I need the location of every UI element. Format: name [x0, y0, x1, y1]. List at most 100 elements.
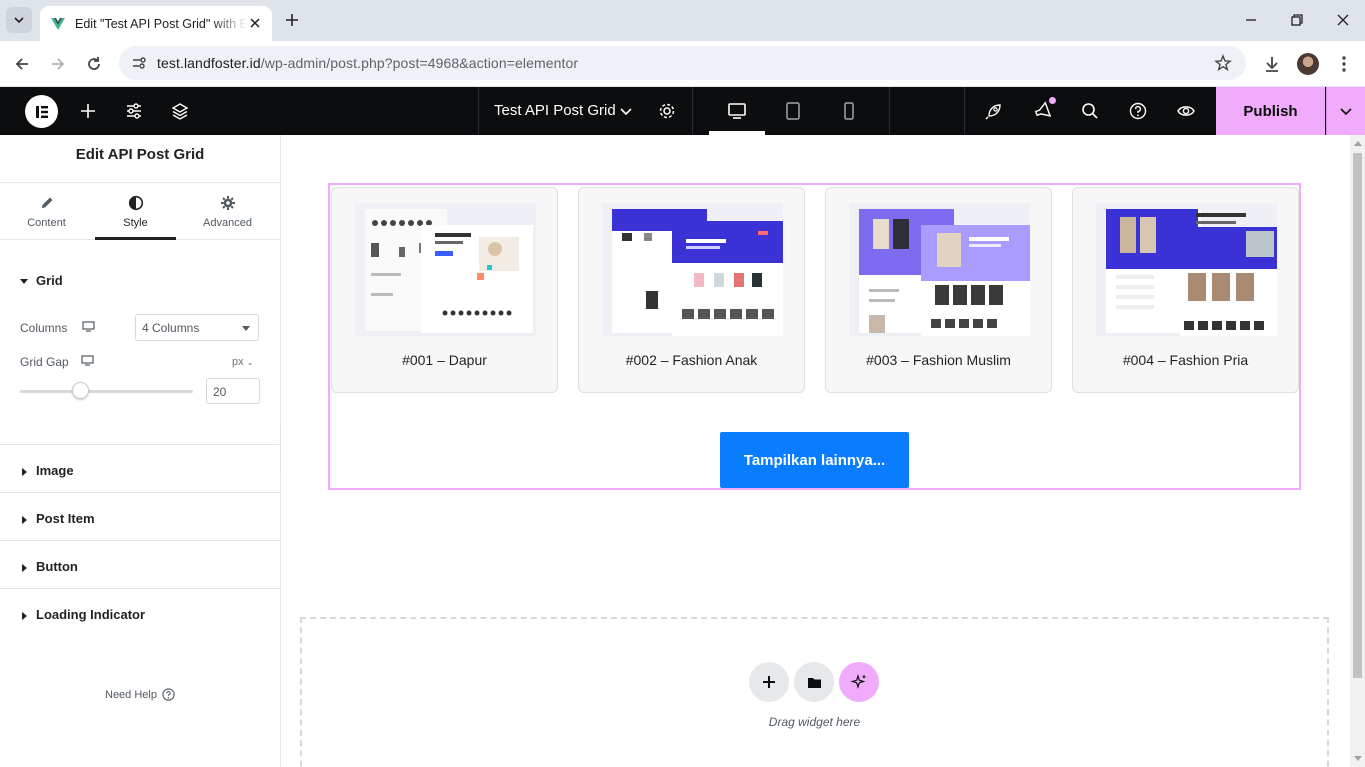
browser-tab-strip: Edit "Test API Post Grid" with Elementor [0, 0, 1365, 41]
divider [0, 540, 280, 541]
dropdown-arrow-icon [242, 326, 250, 331]
chevron-down-icon[interactable] [616, 101, 636, 121]
bookmark-star-icon[interactable] [1214, 54, 1232, 72]
tab-content[interactable]: Content [0, 183, 93, 240]
elementor-logo-icon[interactable] [25, 95, 58, 128]
preview-eye-icon[interactable] [1176, 101, 1196, 121]
minimize-icon[interactable] [1243, 12, 1259, 28]
grid-gap-slider-handle[interactable] [72, 382, 89, 399]
section-image-header[interactable]: Image [20, 463, 74, 478]
responsive-desktop-icon[interactable] [81, 355, 94, 366]
post-thumbnail [602, 203, 783, 336]
columns-select-value: 4 Columns [142, 321, 200, 335]
browser-tab[interactable]: Edit "Test API Post Grid" with Elementor [40, 6, 272, 41]
drop-zone-text: Drag widget here [768, 715, 861, 729]
section-loading-indicator-label: Loading Indicator [36, 607, 146, 622]
grid-gap-label: Grid Gap [20, 355, 69, 369]
tab-advanced[interactable]: Advanced [181, 183, 274, 240]
post-card[interactable]: #004 – Fashion Pria [1072, 187, 1299, 393]
caret-down-icon [20, 279, 28, 285]
scroll-down-arrow-icon[interactable] [1354, 756, 1362, 761]
divider [0, 492, 280, 493]
columns-select[interactable]: 4 Columns [135, 314, 259, 341]
rocket-icon[interactable] [984, 101, 1004, 121]
add-section-button[interactable] [749, 662, 789, 702]
tab-title: Edit "Test API Post Grid" with Elementor [75, 16, 247, 31]
panel-tabs: Content Style Advanced [0, 183, 280, 240]
post-title[interactable]: #001 – Dapur [332, 352, 557, 368]
columns-label: Columns [20, 321, 68, 335]
site-settings-sliders-icon[interactable] [124, 101, 144, 121]
section-grid-header[interactable]: Grid [20, 273, 63, 288]
restore-icon[interactable] [1289, 12, 1305, 28]
tab-style[interactable]: Style [95, 183, 176, 240]
editor-panel: Edit API Post Grid Content Style Advance… [0, 135, 281, 767]
editor-canvas: #001 – Dapur #002 – Fashion Anak #003 – … [282, 135, 1350, 767]
document-title[interactable]: Test API Post Grid [494, 102, 616, 119]
section-grid-label: Grid [36, 273, 63, 288]
section-post-item-header[interactable]: Post Item [20, 511, 95, 526]
ai-generate-button[interactable] [839, 662, 879, 702]
grid-gap-slider-track[interactable] [20, 390, 193, 393]
download-icon[interactable] [1262, 54, 1282, 74]
desktop-device-icon[interactable] [727, 101, 747, 121]
api-post-grid-widget[interactable]: #001 – Dapur #002 – Fashion Anak #003 – … [328, 183, 1301, 490]
section-loading-indicator-header[interactable]: Loading Indicator [20, 607, 145, 622]
sparkle-icon [850, 673, 867, 690]
url-path: /wp-admin/post.php?post=4968&action=elem… [260, 55, 579, 71]
section-button-header[interactable]: Button [20, 559, 78, 574]
post-title[interactable]: #002 – Fashion Anak [579, 352, 804, 368]
scrollbar-thumb[interactable] [1353, 153, 1362, 678]
page-settings-gear-icon[interactable] [657, 101, 677, 121]
site-settings-icon[interactable] [131, 55, 147, 71]
search-icon[interactable] [1080, 101, 1100, 121]
post-thumbnail [1096, 203, 1277, 336]
notification-dot [1049, 97, 1056, 104]
post-card[interactable]: #001 – Dapur [331, 187, 558, 393]
mobile-device-icon[interactable] [839, 101, 859, 121]
pencil-icon [42, 197, 53, 208]
address-bar[interactable]: test.landfoster.id/wp-admin/post.php?pos… [119, 46, 1246, 80]
tab-search-button[interactable] [6, 7, 32, 33]
post-title[interactable]: #004 – Fashion Pria [1073, 352, 1298, 368]
post-title[interactable]: #003 – Fashion Muslim [826, 352, 1051, 368]
need-help-link[interactable]: Need Help [105, 689, 157, 701]
back-arrow-icon[interactable] [12, 54, 32, 74]
help-circle-icon[interactable] [162, 688, 175, 701]
canvas-scrollbar[interactable] [1350, 135, 1365, 767]
layers-icon[interactable] [170, 101, 190, 121]
megaphone-icon[interactable] [1033, 101, 1053, 121]
load-more-button[interactable]: Tampilkan lainnya... [720, 432, 909, 488]
scroll-up-arrow-icon[interactable] [1354, 141, 1362, 146]
caret-right-icon [22, 611, 27, 620]
close-icon[interactable] [247, 15, 263, 31]
responsive-desktop-icon[interactable] [82, 321, 95, 332]
divider [889, 87, 890, 135]
section-post-item-label: Post Item [36, 511, 95, 526]
divider [964, 87, 965, 135]
caret-right-icon [22, 563, 27, 572]
browser-toolbar: test.landfoster.id/wp-admin/post.php?pos… [0, 41, 1365, 87]
help-icon[interactable] [1128, 101, 1148, 121]
new-tab-icon[interactable] [282, 10, 302, 30]
more-menu-icon[interactable] [1334, 54, 1354, 74]
grid-gap-input[interactable]: 20 [206, 378, 260, 404]
add-template-button[interactable] [794, 662, 834, 702]
reload-icon[interactable] [84, 54, 104, 74]
publish-options-button[interactable] [1326, 87, 1365, 135]
window-close-icon[interactable] [1335, 12, 1351, 28]
tab-content-label: Content [27, 217, 66, 229]
gear-icon [221, 196, 235, 210]
divider [0, 588, 280, 589]
add-element-icon[interactable] [78, 101, 98, 121]
unit-selector[interactable]: px ⌄ [232, 356, 253, 368]
forward-arrow-icon[interactable] [48, 54, 68, 74]
post-card[interactable]: #002 – Fashion Anak [578, 187, 805, 393]
tablet-device-icon[interactable] [783, 101, 803, 121]
profile-avatar[interactable] [1297, 53, 1319, 75]
publish-button[interactable]: Publish [1216, 87, 1325, 135]
post-card[interactable]: #003 – Fashion Muslim [825, 187, 1052, 393]
empty-drop-zone[interactable]: Drag widget here [300, 617, 1329, 767]
section-image-label: Image [36, 463, 74, 478]
chevron-down-icon [14, 17, 24, 24]
